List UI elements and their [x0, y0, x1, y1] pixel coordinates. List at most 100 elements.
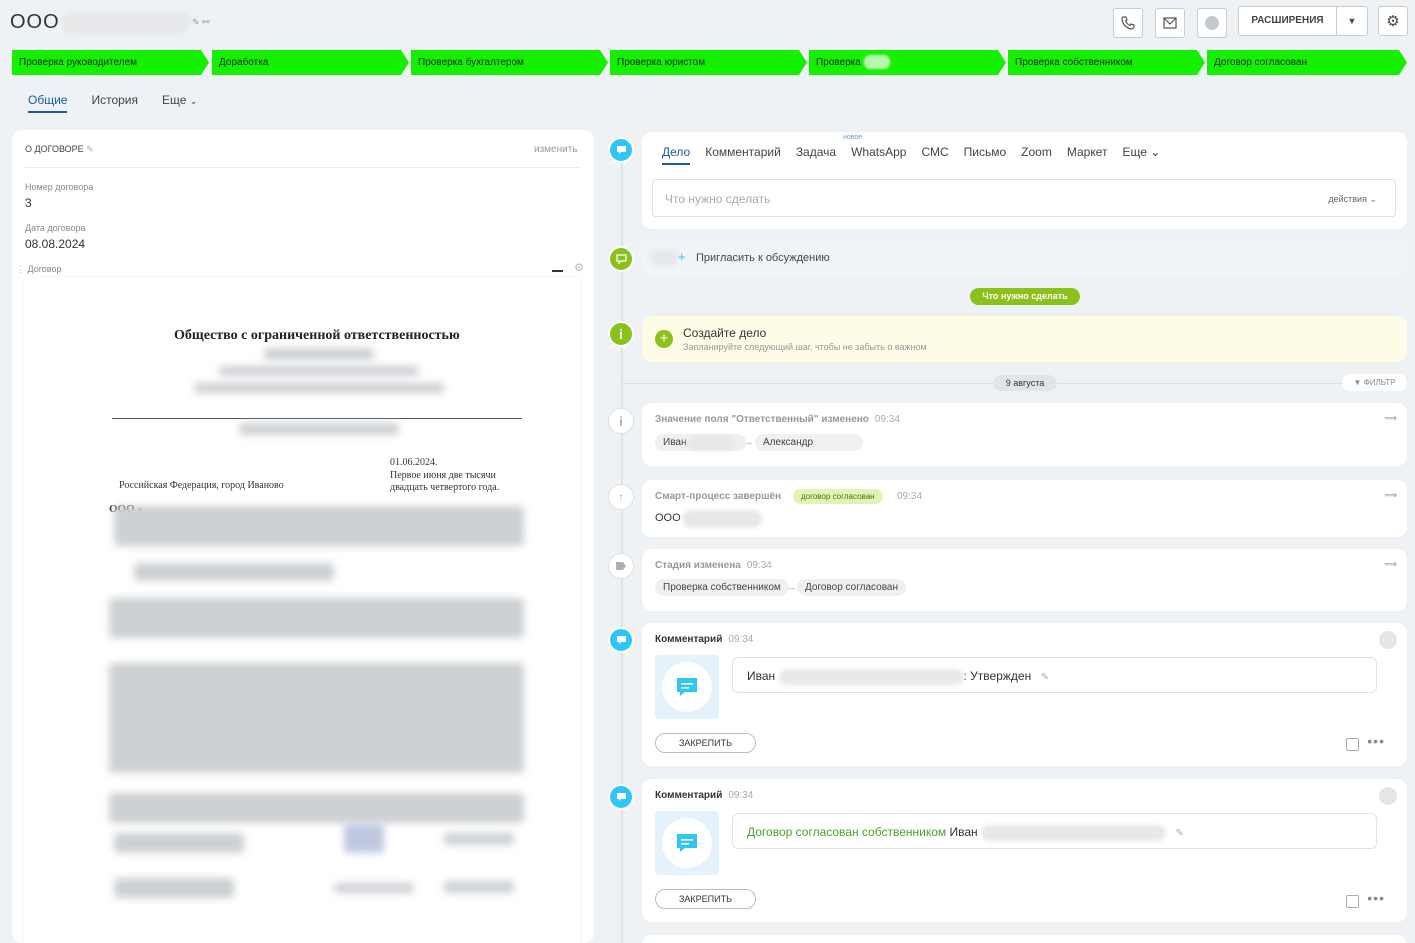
to-user: Александр — [755, 434, 864, 451]
settings-button[interactable]: ⚙ — [1378, 6, 1408, 36]
redacted-line — [444, 881, 514, 893]
field-gear-icon[interactable]: ⚙ — [574, 261, 584, 274]
pin-icon[interactable]: ⟹ — [1384, 490, 1397, 501]
comment-card: Комментарий 09:34 Договор согласован собс… — [642, 779, 1407, 922]
event-smart-process: Смарт-процесс завершён договор согласова… — [642, 480, 1407, 537]
doc-title: Общество с ограниченной ответственностью — [174, 328, 460, 343]
editor-tab-task[interactable]: Дело — [662, 145, 691, 165]
stage-3[interactable]: Проверка юристом — [610, 50, 807, 75]
event-stage: Стадия изменена 09:34 ⟹ Проверка собствен… — [642, 549, 1407, 611]
pin-icon[interactable]: ⟹ — [1384, 413, 1397, 424]
comment-dot-icon — [608, 784, 634, 810]
phone-icon — [1121, 16, 1135, 30]
more-icon[interactable]: ••• — [1367, 733, 1385, 749]
redacted-line — [219, 366, 419, 376]
doc-place: Российская Федерация, город Иваново — [119, 480, 284, 491]
pin-button[interactable]: ЗАКРЕПИТЬ — [655, 733, 756, 753]
date-badge: 9 августа — [993, 375, 1057, 391]
avatar[interactable] — [1379, 631, 1397, 649]
event-responsible: Значение поля "Ответственный" изменено 09… — [642, 403, 1407, 466]
redacted-line — [194, 383, 444, 393]
chat-icon — [1205, 16, 1219, 30]
comment-title: Комментарий 09:34 — [655, 634, 754, 645]
company-redacted — [682, 510, 762, 528]
phone-button[interactable] — [1113, 8, 1143, 38]
tab-history[interactable]: История — [91, 93, 138, 113]
redacted-block — [109, 663, 524, 773]
more-icon[interactable]: ••• — [1367, 890, 1385, 906]
doc-date-words2: двадцать четвертого года. — [390, 482, 500, 493]
arrow-right-icon: → — [744, 437, 753, 447]
todo-input[interactable]: Что нужно сделать действия ⌄ — [652, 179, 1396, 217]
info-icon: i — [608, 408, 634, 434]
comment-title: Комментарий 09:34 — [655, 790, 754, 801]
tag-icon — [608, 553, 634, 579]
chat-button[interactable] — [1197, 8, 1227, 38]
stage-6[interactable]: Договор согласован — [1207, 50, 1407, 75]
discussion-dot-icon — [608, 246, 634, 272]
stage-5[interactable]: Проверка собственником — [1008, 50, 1205, 75]
redacted-block — [109, 793, 524, 823]
event-title: Смарт-процесс завершён — [655, 491, 782, 502]
stage-4[interactable]: Проверка — [809, 50, 1006, 75]
filter-button[interactable]: ▼ ФИЛЬТР — [1342, 374, 1407, 391]
chevron-down-icon[interactable]: ▼ — [1337, 16, 1367, 26]
editor-tab-more[interactable]: Еще ⌄ — [1122, 145, 1160, 165]
pin-icon[interactable]: ⟹ — [1384, 559, 1397, 570]
tab-general[interactable]: Общие — [28, 93, 68, 113]
todo-divider-badge: Что нужно сделать — [970, 288, 1080, 305]
pencil-icon[interactable]: ✎ — [1041, 672, 1049, 683]
editor-tab-todo[interactable]: Задача — [796, 145, 836, 165]
extensions-button[interactable]: РАСШИРЕНИЯ ▼ — [1238, 6, 1368, 36]
editor-tab-comment[interactable]: Комментарий — [705, 145, 781, 165]
chevron-down-icon: ⌄ — [1150, 145, 1161, 159]
pin-button[interactable]: ЗАКРЕПИТЬ — [655, 889, 756, 909]
title-redacted — [62, 12, 190, 34]
editor-tab-zoom[interactable]: Zoom — [1021, 145, 1052, 165]
invite-label: Пригласить к обсуждению — [696, 252, 830, 264]
drag-handle-icon[interactable]: ⋮ — [16, 264, 25, 274]
editor-tab-sms[interactable]: СМС — [921, 145, 948, 165]
edit-link[interactable]: изменить — [534, 144, 578, 155]
field-label-date: Дата договора — [25, 223, 86, 233]
stage-2[interactable]: Проверка бухгалтером — [411, 50, 608, 75]
mail-button[interactable] — [1155, 8, 1185, 38]
link-icon[interactable]: ⚯ — [202, 17, 210, 28]
stage-0[interactable]: Проверка руководителем — [12, 50, 209, 75]
mail-icon — [1163, 17, 1177, 29]
minimize-icon[interactable] — [552, 270, 563, 272]
edit-title-icon[interactable]: ✎ — [192, 17, 200, 28]
field-label-number: Номер договора — [25, 182, 94, 192]
create-task-card[interactable]: + Создайте дело Запланируйте следующий ш… — [642, 316, 1407, 362]
name-redacted — [687, 435, 735, 451]
redacted-line — [444, 833, 514, 845]
add-icon[interactable]: + — [655, 330, 673, 348]
redacted-line — [239, 423, 399, 435]
note-icon[interactable] — [1346, 895, 1359, 908]
redacted-block — [109, 598, 524, 638]
actions-dropdown[interactable]: действия ⌄ — [1328, 194, 1377, 205]
document-preview[interactable]: Общество с ограниченной ответственностью… — [24, 278, 580, 943]
avatar[interactable] — [1379, 787, 1397, 805]
chevron-down-icon: ⌄ — [189, 96, 198, 106]
comment-icon-box — [655, 811, 719, 875]
company-link[interactable]: ООО — [655, 512, 681, 524]
event-title: Значение поля "Ответственный" изменено 09… — [655, 414, 900, 425]
note-icon[interactable] — [1346, 738, 1359, 751]
redacted-line — [264, 348, 374, 360]
tab-more[interactable]: Еще ⌄ — [162, 93, 197, 113]
new-badge: новое — [843, 134, 863, 141]
invite-row[interactable]: + Пригласить к обсуждению — [642, 241, 1407, 275]
pencil-icon[interactable]: ✎ — [86, 144, 94, 154]
arrow-right-icon: → — [787, 582, 796, 592]
editor-tab-whatsapp[interactable]: WhatsApp — [851, 145, 906, 165]
redacted-block — [114, 506, 524, 546]
stage-1[interactable]: Доработка — [212, 50, 409, 75]
editor-tab-email[interactable]: Письмо — [964, 145, 1007, 165]
event-title: Стадия изменена 09:34 — [655, 560, 772, 571]
pencil-icon[interactable]: ✎ — [1175, 828, 1183, 839]
comment-icon — [677, 678, 697, 696]
editor-tab-market[interactable]: Маркет — [1067, 145, 1108, 165]
comment-text: Иван : Утвержден ✎ — [732, 657, 1377, 693]
gear-icon: ⚙ — [1386, 13, 1400, 30]
